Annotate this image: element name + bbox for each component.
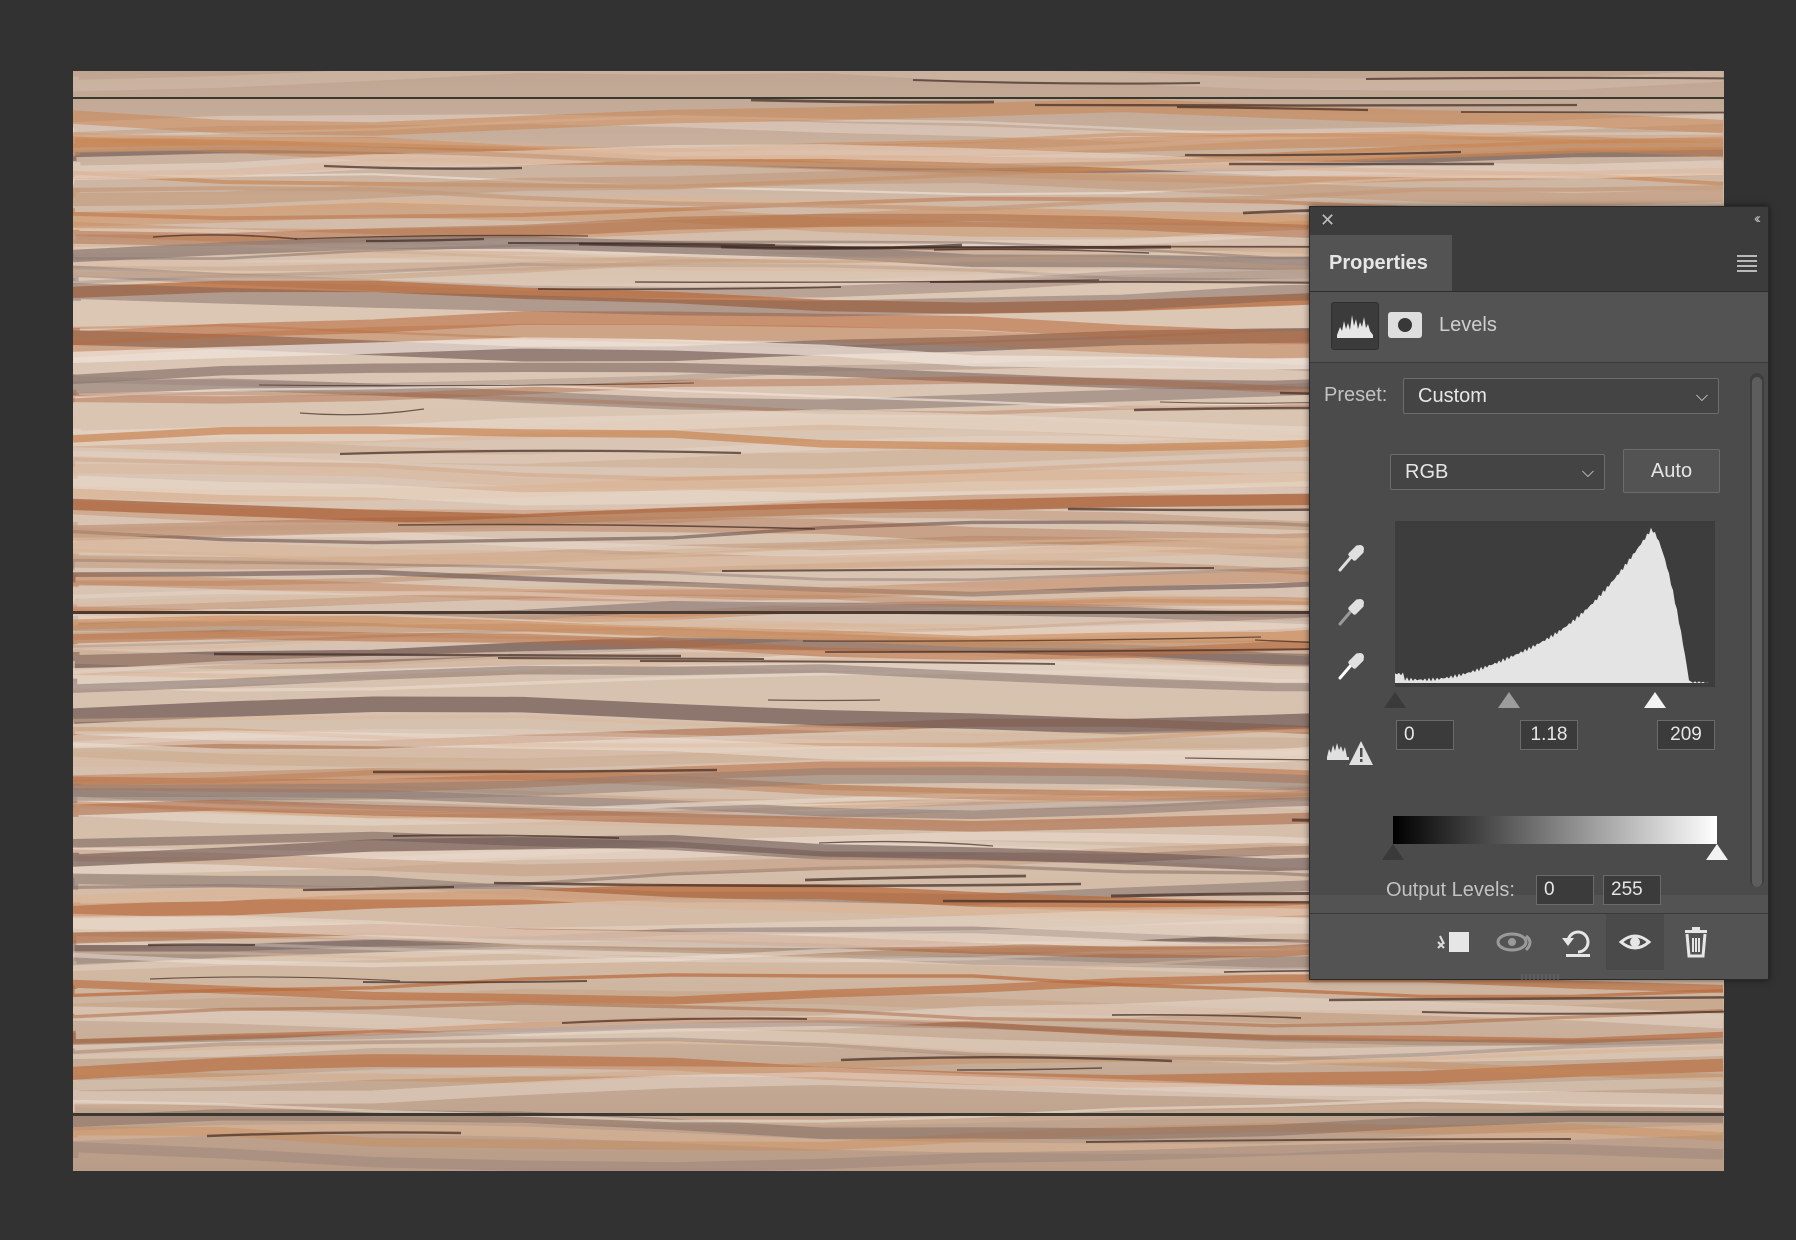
- levels-adjustment-icon[interactable]: [1331, 302, 1379, 350]
- channel-value: RGB: [1405, 461, 1449, 483]
- output-white-field[interactable]: 255: [1603, 875, 1661, 905]
- panel-menu-icon[interactable]: [1737, 255, 1757, 275]
- levels-histogram: [1395, 521, 1715, 687]
- adjustment-header: Levels: [1310, 292, 1768, 363]
- view-previous-state-icon[interactable]: [1492, 922, 1540, 962]
- white-point-eyedropper-icon[interactable]: [1334, 647, 1370, 683]
- input-gamma-field[interactable]: 1.18: [1520, 720, 1578, 750]
- input-white-slider[interactable]: [1644, 692, 1666, 708]
- panel-scrollbar[interactable]: [1750, 373, 1764, 887]
- black-point-eyedropper-icon[interactable]: [1334, 539, 1370, 575]
- wood-crack: [767, 699, 881, 702]
- chevron-down-icon: ⌵: [1695, 388, 1708, 405]
- wood-crack: [147, 943, 256, 947]
- output-black-slider[interactable]: [1382, 844, 1404, 860]
- input-white-field[interactable]: 209: [1657, 720, 1715, 750]
- scroll-thumb[interactable]: [1752, 377, 1762, 887]
- levels-controls: Preset: Custom ⌵ RGB ⌵ Auto 0 1.18 209 O…: [1310, 363, 1768, 905]
- tab-properties[interactable]: Properties: [1310, 235, 1452, 291]
- gray-point-eyedropper-icon[interactable]: [1334, 593, 1370, 629]
- wood-crack: [497, 656, 765, 661]
- input-black-field[interactable]: 0: [1396, 720, 1454, 750]
- delete-icon[interactable]: [1672, 922, 1720, 962]
- input-gamma-slider[interactable]: [1498, 692, 1520, 708]
- input-black-slider[interactable]: [1384, 692, 1406, 708]
- reset-icon[interactable]: [1554, 922, 1602, 962]
- output-black-field[interactable]: 0: [1536, 875, 1594, 905]
- panel-footer: [1310, 913, 1768, 970]
- panel-tab-bar: Properties: [1310, 235, 1768, 292]
- auto-button[interactable]: Auto: [1623, 449, 1720, 493]
- channel-dropdown[interactable]: RGB ⌵: [1390, 454, 1605, 490]
- panel-title-bar[interactable]: ✕ ‹‹: [1310, 207, 1768, 235]
- chevron-down-icon: ⌵: [1581, 464, 1594, 481]
- output-levels-label: Output Levels:: [1386, 879, 1515, 901]
- histogram-warning-icon[interactable]: [1325, 735, 1375, 767]
- close-icon[interactable]: ✕: [1320, 210, 1335, 231]
- collapse-icon[interactable]: ‹‹: [1754, 210, 1761, 227]
- preset-dropdown[interactable]: Custom ⌵: [1403, 378, 1719, 414]
- output-gradient-bar: [1393, 816, 1717, 844]
- mask-icon[interactable]: [1388, 312, 1422, 338]
- adjustment-title: Levels: [1439, 314, 1497, 336]
- wood-crack: [1034, 103, 1578, 107]
- properties-panel: ✕ ‹‹ Properties Levels Preset: Custom ⌵ …: [1309, 206, 1769, 980]
- toggle-visibility-icon[interactable]: [1606, 914, 1664, 970]
- preset-label: Preset:: [1324, 384, 1388, 406]
- resize-grip[interactable]: [1520, 969, 1560, 980]
- preset-value: Custom: [1418, 385, 1487, 407]
- wood-crack: [1460, 111, 1724, 114]
- clip-to-layer-icon[interactable]: [1430, 922, 1478, 962]
- output-white-slider[interactable]: [1706, 844, 1728, 860]
